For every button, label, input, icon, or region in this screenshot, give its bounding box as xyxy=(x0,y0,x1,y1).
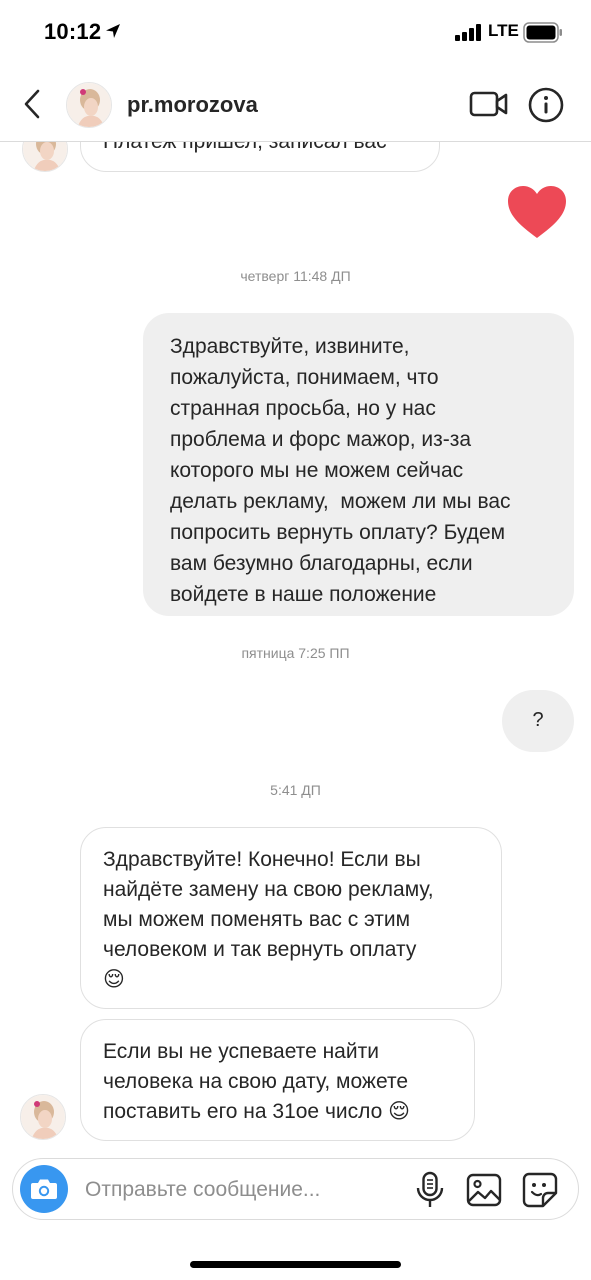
message-bubble-incoming[interactable]: Здравствуйте! Конечно! Если вы найдёте з… xyxy=(80,827,502,1009)
camera-button[interactable] xyxy=(20,1165,68,1213)
message-input[interactable] xyxy=(85,1173,395,1207)
message-line: Здравствуйте! Конечно! Если вы xyxy=(103,848,421,871)
message-line: человека на свою дату, можете xyxy=(103,1070,409,1093)
message-text: ? xyxy=(532,709,544,731)
message-bubble-outgoing[interactable]: ? xyxy=(502,690,574,752)
message-line: мы можем поменять вас с этим xyxy=(103,908,411,931)
camera-icon xyxy=(31,1179,57,1199)
message-bubble-incoming[interactable]: Платеж пришел, записал вас xyxy=(80,142,440,172)
message-line: вам безумно благодарны, если xyxy=(170,552,473,575)
timestamp: пятница 7:25 ПП xyxy=(241,645,350,661)
home-indicator[interactable] xyxy=(190,1261,401,1268)
message-bubble-incoming[interactable]: Если вы не успеваете найти человека на с… xyxy=(80,1019,475,1141)
avatar-image xyxy=(23,142,67,171)
signal-icon xyxy=(455,24,481,41)
message-thread[interactable]: Платеж пришел, записал вас четверг 11:48… xyxy=(0,142,591,1150)
message-composer xyxy=(12,1158,579,1220)
message-line: поставить его на 31ое число 😌 xyxy=(103,1100,411,1123)
chat-username[interactable]: pr.morozova xyxy=(127,92,258,118)
avatar-image xyxy=(21,1095,65,1139)
sender-avatar[interactable] xyxy=(22,142,68,172)
message-line: найдёте замену на свою рекламу, xyxy=(103,878,434,901)
timestamp: 5:41 ДП xyxy=(270,782,321,798)
sticker-icon[interactable] xyxy=(522,1172,558,1208)
gallery-icon[interactable] xyxy=(466,1172,502,1208)
chat-header: pr.morozova xyxy=(0,66,591,142)
battery-icon xyxy=(523,22,562,43)
status-bar: 10:12 LTE xyxy=(0,0,591,66)
location-arrow-icon xyxy=(106,24,120,38)
info-button[interactable] xyxy=(528,87,564,123)
back-button[interactable] xyxy=(16,86,48,122)
message-line: странная просьба, но у нас xyxy=(170,397,436,420)
message-bubble-outgoing[interactable]: Здравствуйте, извините, пожалуйста, пони… xyxy=(143,313,574,616)
message-line: которого мы не можем сейчас xyxy=(170,459,464,482)
avatar-image xyxy=(67,83,111,127)
message-line: делать рекламу, можем ли мы вас xyxy=(170,490,511,513)
microphone-icon[interactable] xyxy=(415,1171,445,1209)
message-line: Если вы не успеваете найти xyxy=(103,1040,379,1063)
message-line: пожалуйста, понимаем, что xyxy=(170,366,439,389)
message-line: Здравствуйте, извините, xyxy=(170,335,410,358)
timestamp: четверг 11:48 ДП xyxy=(240,268,351,284)
message-line: войдете в наше положение xyxy=(170,583,437,606)
video-call-button[interactable] xyxy=(469,88,509,120)
message-line: 😌 xyxy=(103,968,125,991)
status-time: 10:12 xyxy=(44,19,102,44)
heart-icon[interactable] xyxy=(506,184,568,240)
message-line: человеком и так вернуть оплату xyxy=(103,938,417,961)
message-line: проблема и форс мажор, из-за xyxy=(170,428,472,451)
header-avatar[interactable] xyxy=(66,82,112,128)
network-label: LTE xyxy=(488,21,519,40)
message-line: попросить вернуть оплату? Будем xyxy=(170,521,506,544)
sender-avatar[interactable] xyxy=(20,1094,66,1140)
chevron-left-icon xyxy=(24,89,40,119)
message-text: Платеж пришел, записал вас xyxy=(103,142,387,153)
